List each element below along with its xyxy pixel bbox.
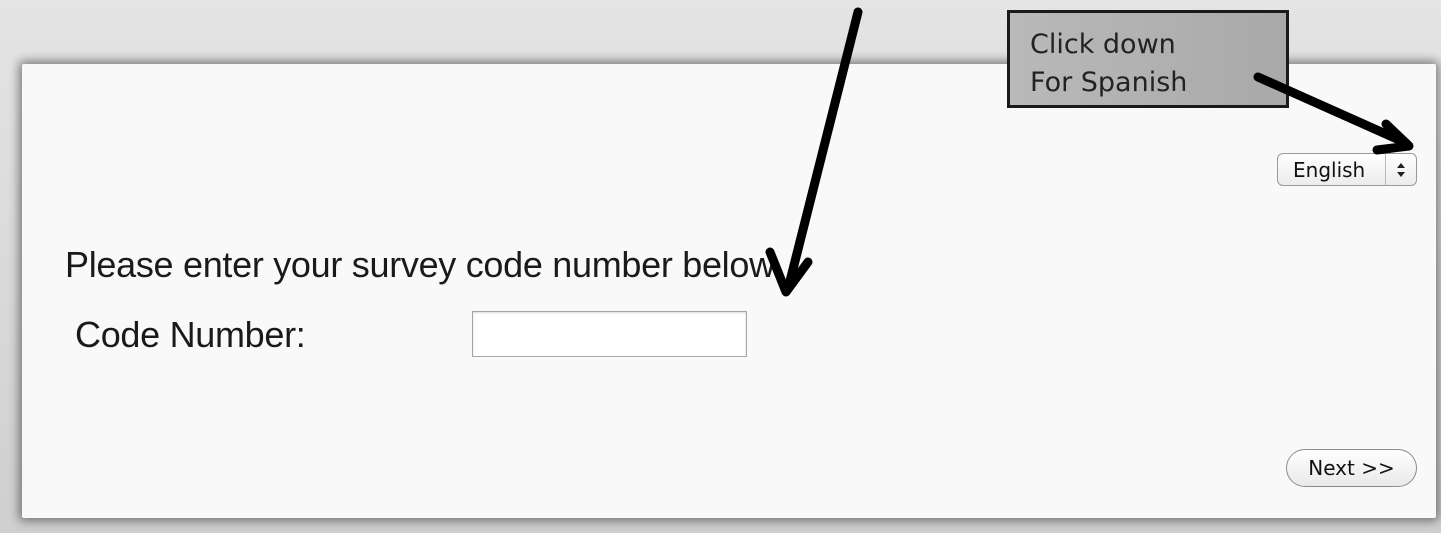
arrow-to-code-input: [765, 7, 863, 297]
arrow-to-language-select: [1253, 72, 1414, 155]
annotation-arrows: [765, 7, 1414, 297]
